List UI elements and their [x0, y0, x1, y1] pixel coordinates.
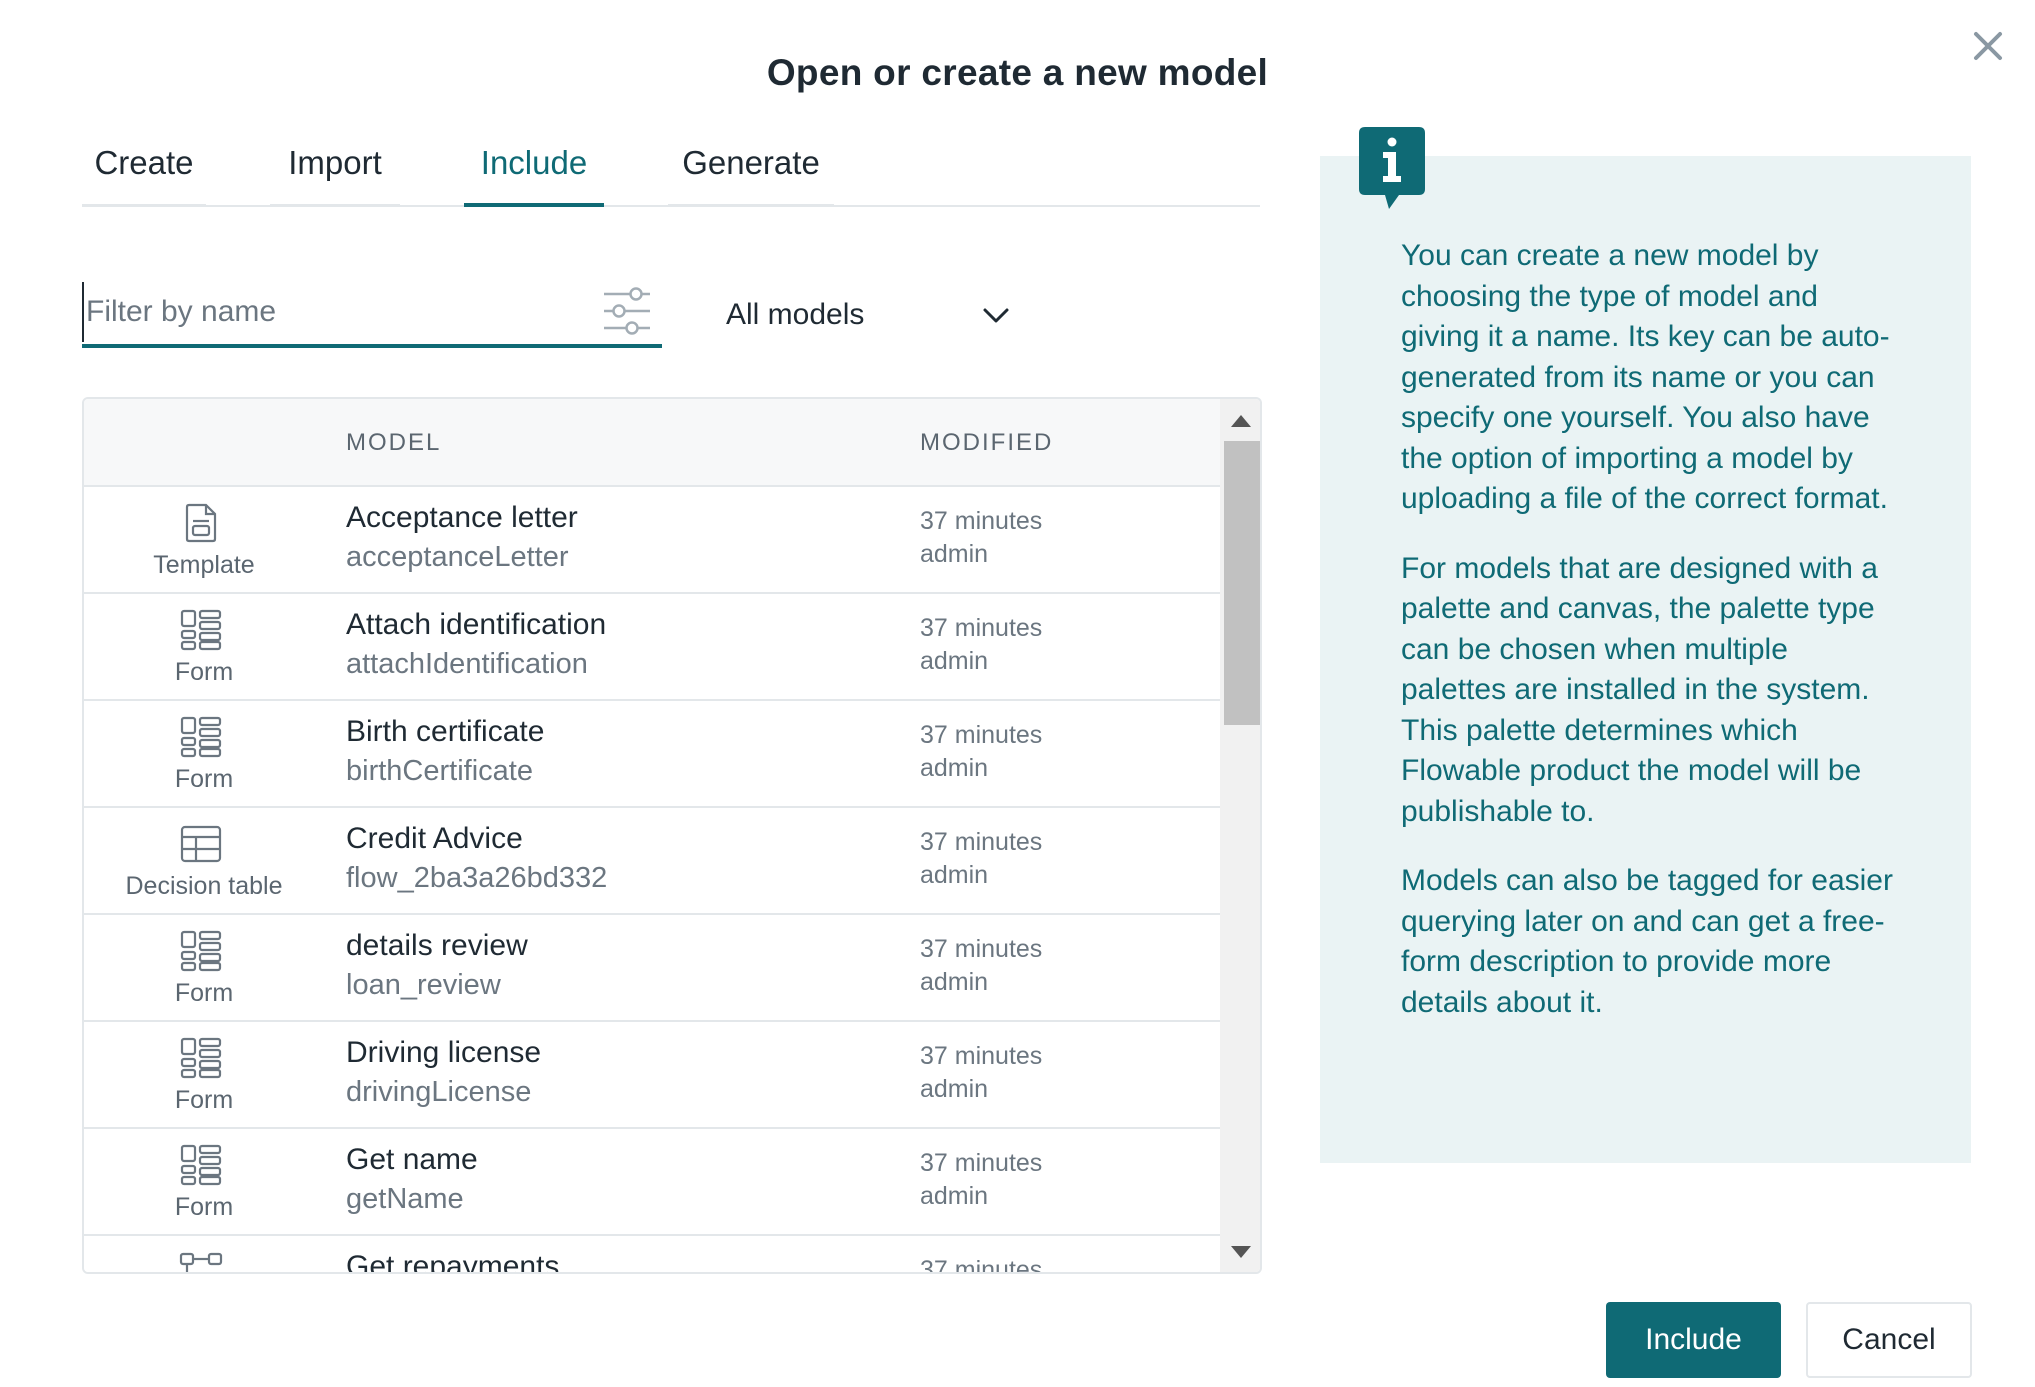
model-key: acceptanceLetter: [346, 541, 569, 573]
include-button[interactable]: Include: [1606, 1302, 1781, 1378]
info-paragraph: Models can also be tagged for easier que…: [1401, 864, 1893, 1019]
dialog-title: Open or create a new model: [766, 52, 1269, 93]
model-key: loan_review: [346, 969, 501, 1001]
model-key: getName: [346, 1183, 464, 1215]
modified-time: 37 minutes: [920, 614, 1043, 642]
model-type-label: Decision table: [125, 872, 283, 900]
table-header: MODEL MODIFIED: [84, 399, 1220, 487]
model-name: details review: [346, 929, 528, 962]
model-type-label: Form: [174, 658, 234, 686]
model-key: birthCertificate: [346, 755, 533, 787]
table-row[interactable]: Form Birth certificate birthCertificate 37 …: [84, 701, 1220, 808]
modified-time: 37 minutes: [920, 1256, 1043, 1274]
form-icon: [179, 608, 223, 652]
model-key: attachIdentification: [346, 648, 588, 680]
table-row[interactable]: Form details review loan_review 37 minutes a…: [84, 915, 1220, 1022]
tab-import[interactable]: Import: [270, 135, 400, 207]
model-type-selected: All models: [726, 298, 865, 331]
model-name: Birth certificate: [346, 715, 545, 748]
modified-time: 37 minutes: [920, 507, 1043, 535]
table-row[interactable]: Template Acceptance letter acceptanceLette…: [84, 487, 1220, 594]
filter-field: [82, 282, 662, 348]
model-type-label: Form: [174, 1086, 234, 1114]
modified-by: admin: [920, 968, 989, 996]
template-icon: [179, 501, 223, 545]
modified-time: 37 minutes: [920, 1149, 1043, 1177]
tab-create[interactable]: Create: [82, 135, 206, 207]
column-header-modified: MODIFIED: [920, 429, 1054, 456]
info-text: You can create a new model by choosing t…: [1401, 236, 1901, 1052]
modified-by: admin: [920, 1075, 989, 1103]
form-icon: [179, 715, 223, 759]
modified-time: 37 minutes: [920, 721, 1043, 749]
model-type-label: Form: [174, 1193, 234, 1221]
table-scrollbar[interactable]: [1220, 399, 1260, 1272]
modified-by: admin: [920, 754, 989, 782]
modified-time: 37 minutes: [920, 828, 1043, 856]
chevron-down-icon: [980, 300, 1012, 332]
scroll-thumb[interactable]: [1224, 441, 1260, 725]
model-name: Get repayments: [346, 1250, 560, 1274]
modified-by: admin: [920, 861, 989, 889]
table-row[interactable]: Decision table Credit Advice flow_2ba3a26b…: [84, 808, 1220, 915]
model-key: flow_2ba3a26bd332: [346, 862, 608, 894]
model-name: Acceptance letter: [346, 501, 578, 534]
table-row[interactable]: Get repayments 37 minutes: [84, 1236, 1220, 1274]
sliders-icon[interactable]: [602, 286, 654, 336]
model-name: Attach identification: [346, 608, 607, 641]
tab-bar: Create Import Include Generate: [82, 135, 1260, 207]
info-icon: [1359, 127, 1425, 211]
modified-time: 37 minutes: [920, 935, 1043, 963]
models-table: MODEL MODIFIED Template Acceptance letter…: [82, 397, 1262, 1274]
model-name: Credit Advice: [346, 822, 523, 855]
filter-input[interactable]: [82, 282, 582, 342]
model-type-label: Form: [174, 765, 234, 793]
model-type-select[interactable]: All models: [726, 290, 1016, 350]
modified-time: 37 minutes: [920, 1042, 1043, 1070]
info-paragraph: For models that are designed with a pale…: [1401, 551, 1878, 828]
model-name: Get name: [346, 1143, 478, 1176]
info-paragraph: You can create a new model by choosing t…: [1401, 239, 1890, 515]
tab-generate[interactable]: Generate: [668, 135, 834, 207]
model-type-label: Template: [153, 551, 255, 579]
modified-by: admin: [920, 1182, 989, 1210]
table-row[interactable]: Form Get name getName 37 minutes admin: [84, 1129, 1220, 1236]
modified-by: admin: [920, 647, 989, 675]
column-header-model: MODEL: [346, 429, 442, 456]
table-row[interactable]: Form Attach identification attachIdentific…: [84, 594, 1220, 701]
tab-include[interactable]: Include: [464, 135, 604, 207]
model-key: drivingLicense: [346, 1076, 532, 1108]
modified-by: admin: [920, 540, 989, 568]
cancel-button[interactable]: Cancel: [1806, 1302, 1972, 1378]
scroll-down-arrow-icon[interactable]: [1230, 1244, 1252, 1260]
model-name: Driving license: [346, 1036, 542, 1069]
form-icon: [179, 1143, 223, 1187]
process-icon: [179, 1250, 223, 1272]
model-type-label: Form: [174, 979, 234, 1007]
scroll-up-arrow-icon[interactable]: [1230, 413, 1252, 429]
table-row[interactable]: Form Driving license drivingLicense 37 minu…: [84, 1022, 1220, 1129]
form-icon: [179, 1036, 223, 1080]
form-icon: [179, 929, 223, 973]
decision-table-icon: [179, 822, 223, 866]
table-body: Template Acceptance letter acceptanceLette…: [84, 487, 1220, 1274]
